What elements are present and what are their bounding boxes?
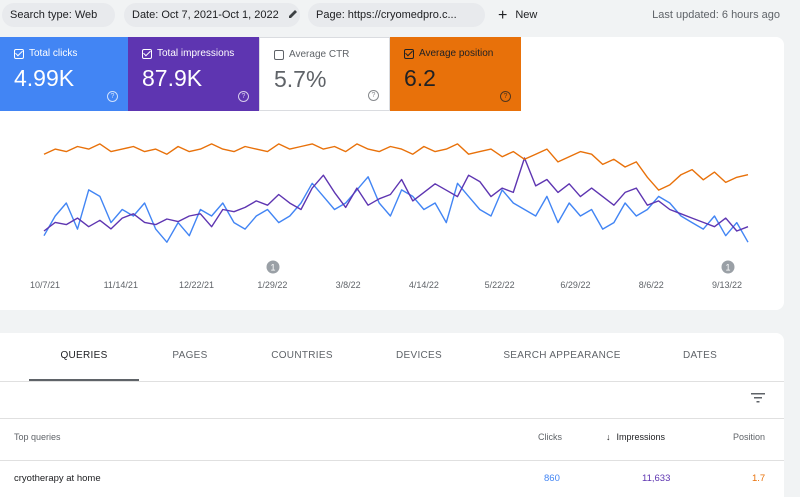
page-filter-chip[interactable]: Page: https://cryomedpro.c... [308, 3, 485, 27]
x-tick-label: 3/8/22 [336, 280, 361, 290]
column-header-clicks[interactable]: Clicks [538, 432, 562, 442]
x-tick-label: 8/6/22 [639, 280, 664, 290]
search-type-chip[interactable]: Search type: Web [2, 3, 115, 27]
sort-arrow-down-icon: ↓ [606, 432, 611, 442]
x-tick-label: 1/29/22 [257, 280, 287, 290]
date-range-chip[interactable]: Date: Oct 7, 2021-Oct 1, 2022 [124, 3, 300, 27]
performance-chart-card: Total clicks 4.99K ? Total impressions 8… [0, 37, 784, 310]
divider [0, 460, 784, 461]
divider [0, 381, 784, 382]
annotation-marker[interactable]: 1 [721, 260, 735, 274]
tab-pages[interactable]: PAGES [140, 333, 240, 381]
annotation-marker-label: 1 [725, 263, 730, 273]
x-tick-label: 11/14/21 [104, 280, 138, 290]
tab-search-appearance[interactable]: SEARCH APPEARANCE [490, 333, 634, 381]
x-tick-label: 9/13/22 [712, 280, 742, 290]
new-filter-button[interactable]: + New [498, 3, 537, 27]
query-cell: cryotherapy at home [14, 473, 101, 484]
filter-bar: Search type: Web Date: Oct 7, 2021-Oct 1… [0, 0, 800, 30]
clicks-cell: 860 [544, 473, 560, 484]
tab-countries[interactable]: COUNTRIES [250, 333, 354, 381]
divider [0, 418, 784, 419]
filter-icon[interactable] [750, 391, 766, 405]
series-line-total-impressions [43, 157, 749, 232]
performance-line-chart[interactable]: 10/7/21 11/14/21 12/22/21 1/29/22 3/8/22 4/14… [0, 37, 784, 310]
annotation-marker[interactable]: 1 [266, 260, 280, 274]
x-tick-label: 6/29/22 [560, 280, 590, 290]
tab-queries[interactable]: QUERIES [29, 333, 139, 381]
position-cell: 1.7 [752, 473, 766, 484]
report-table-card: QUERIES PAGES COUNTRIES DEVICES SEARCH A… [0, 333, 784, 497]
plus-icon: + [498, 7, 508, 24]
column-header-impressions[interactable]: ↓ Impressions [606, 432, 665, 442]
column-header-position[interactable]: Position [733, 432, 765, 442]
x-tick-label: 5/22/22 [485, 280, 515, 290]
tab-devices[interactable]: DEVICES [370, 333, 468, 381]
impressions-cell: 11,633 [642, 473, 671, 484]
x-tick-label: 12/22/21 [179, 280, 214, 290]
series-line-average-position [43, 143, 749, 191]
x-tick-label: 10/7/21 [30, 280, 60, 290]
last-updated-text: Last updated: 6 hours ago [652, 9, 780, 21]
tab-dates[interactable]: DATES [660, 333, 740, 381]
column-header-query: Top queries [14, 432, 61, 442]
x-tick-label: 4/14/22 [409, 280, 439, 290]
annotation-marker-label: 1 [270, 263, 275, 273]
pencil-icon [288, 10, 297, 18]
